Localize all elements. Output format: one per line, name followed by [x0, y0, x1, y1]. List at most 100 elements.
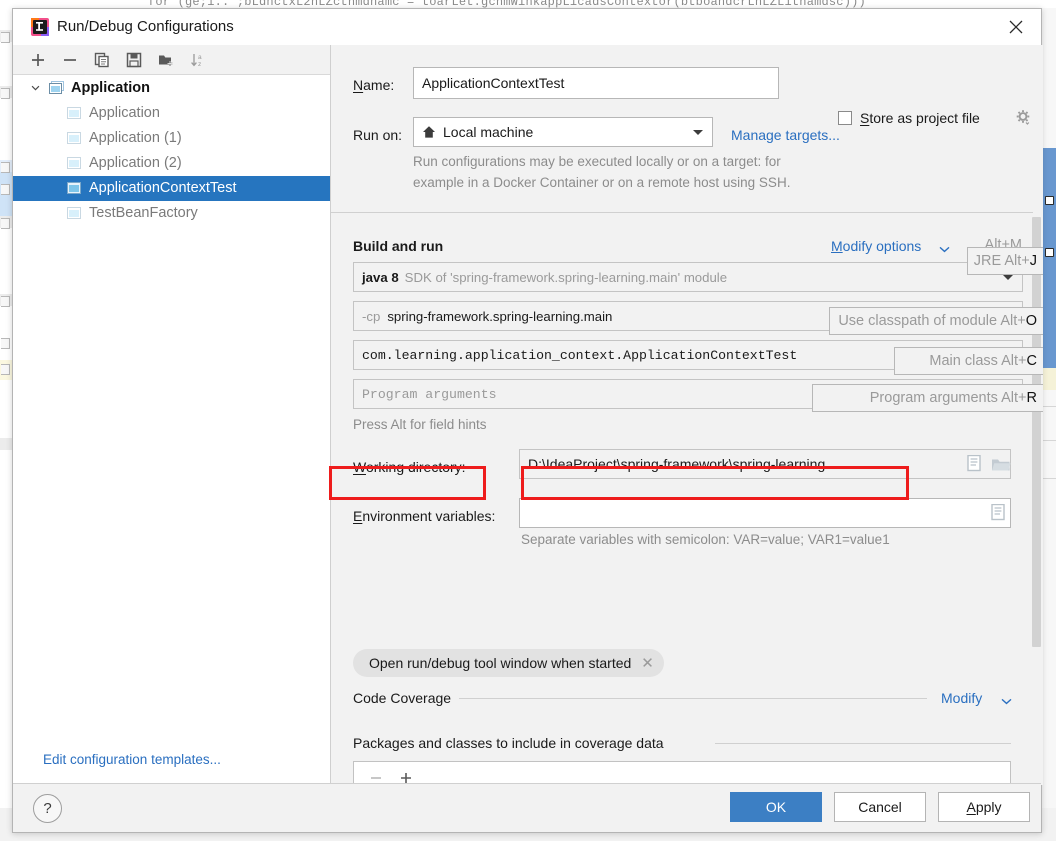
sidebar-item-applicationcontexttest[interactable]: ApplicationContextTest — [13, 176, 330, 201]
copy-icon — [94, 52, 109, 68]
run-debug-configurations-dialog: Run/Debug Configurations a z Application… — [12, 8, 1043, 833]
sort-az-icon: a z — [191, 54, 202, 68]
new-folder-button[interactable] — [155, 49, 177, 71]
coverage-packages-rule — [715, 743, 1011, 744]
add-configuration-button[interactable] — [27, 49, 49, 71]
environment-variables-input[interactable] — [519, 498, 1011, 528]
background-scroll-marker — [1042, 148, 1056, 368]
working-directory-label: Working directory: — [353, 459, 466, 475]
application-icon — [67, 107, 81, 119]
background-left-gutter — [0, 8, 12, 808]
save-icon — [126, 52, 142, 68]
application-icon — [67, 182, 81, 194]
chevron-down-icon[interactable] — [1001, 698, 1012, 705]
classpath-module-alt-hint: Use classpath of module Alt+ O — [829, 307, 1043, 335]
configurations-sidebar: a z Application Application Application … — [13, 45, 331, 785]
cancel-button[interactable]: Cancel — [834, 792, 926, 822]
jre-combo[interactable]: java 8 SDK of 'spring-framework.spring-l… — [353, 262, 1023, 292]
sidebar-item-application[interactable]: Application — [13, 101, 330, 126]
browse-folder-icon[interactable] — [991, 457, 1011, 473]
code-coverage-title: Code Coverage — [353, 690, 452, 706]
apply-button[interactable]: Apply — [938, 792, 1030, 822]
chevron-down-icon[interactable] — [939, 246, 950, 253]
store-as-project-file-label: Store as project file — [860, 110, 980, 126]
tree-item-label: Application (2) — [89, 155, 182, 171]
svg-text:a: a — [198, 54, 202, 61]
tree-item-label: TestBeanFactory — [89, 205, 198, 221]
save-configuration-button[interactable] — [123, 49, 145, 71]
working-directory-input[interactable]: D:\IdeaProject\spring-framework\spring-l… — [519, 449, 1011, 479]
environment-variables-hint: Separate variables with semicolon: VAR=v… — [521, 532, 890, 547]
tree-group-application[interactable]: Application — [13, 76, 330, 101]
field-hints-text: Press Alt for field hints — [353, 417, 487, 432]
sidebar-item-application-1[interactable]: Application (1) — [13, 126, 330, 151]
help-button[interactable]: ? — [33, 794, 62, 823]
configurations-tree: Application Application Application (1) — [13, 76, 330, 226]
close-icon — [1009, 20, 1023, 34]
run-on-target-combo[interactable]: Local machine — [413, 117, 713, 147]
background-fold-marker — [1, 162, 10, 173]
name-input[interactable]: ApplicationContextTest — [413, 67, 779, 99]
ok-button[interactable]: OK — [730, 792, 822, 822]
store-as-project-file-checkbox[interactable] — [838, 111, 852, 125]
background-fold-marker — [1, 32, 10, 43]
open-tool-window-chip[interactable]: Open run/debug tool window when started … — [353, 649, 664, 677]
configuration-editor-panel: Name: ApplicationContextTest Store as pr… — [331, 45, 1043, 785]
background-divider — [1042, 406, 1056, 407]
manage-targets-link[interactable]: Manage targets... — [731, 127, 840, 143]
build-and-run-title: Build and run — [353, 238, 444, 254]
jre-alt-hint: JRE Alt+ J — [967, 247, 1043, 275]
screenshot-root: for (ge;i.. ;bLdnctxL2nLZcthmdnamc = toa… — [0, 0, 1056, 841]
intellij-idea-icon — [31, 18, 49, 36]
expand-editor-icon[interactable] — [967, 455, 983, 472]
tree-group-label: Application — [71, 80, 150, 96]
tree-item-label: ApplicationContextTest — [89, 180, 237, 196]
jre-version: java 8 — [362, 269, 399, 285]
dialog-title: Run/Debug Configurations — [57, 18, 234, 35]
close-button[interactable] — [999, 13, 1033, 41]
tree-item-label: Application (1) — [89, 130, 182, 146]
edit-configuration-templates-link[interactable]: Edit configuration templates... — [43, 752, 221, 767]
gear-icon[interactable] — [1015, 109, 1032, 126]
sidebar-item-testbeanfactory[interactable]: TestBeanFactory — [13, 201, 330, 226]
sidebar-toolbar: a z — [13, 45, 330, 75]
plus-icon — [32, 54, 44, 66]
name-label: Name: — [353, 77, 395, 93]
close-small-icon[interactable]: ✕ — [641, 654, 654, 672]
background-code-text: for (ge;i.. ;bLdnctxL2nLZcthmdnamc = toa… — [148, 0, 866, 8]
application-icon — [67, 132, 81, 144]
program-arguments-alt-hint: Program arguments Alt+ R — [812, 384, 1043, 412]
dialog-titlebar: Run/Debug Configurations — [13, 9, 1041, 45]
background-divider — [1042, 478, 1056, 479]
minus-icon — [64, 59, 76, 61]
sidebar-item-application-2[interactable]: Application (2) — [13, 151, 330, 176]
chevron-down-icon — [31, 85, 40, 91]
main-class-alt-hint: Main class Alt+ C — [894, 347, 1043, 375]
chevron-down-icon — [693, 130, 703, 135]
background-left-column — [0, 8, 12, 808]
background-editor-strip: for (ge;i.. ;bLdnctxL2nLZcthmdnamc = toa… — [0, 0, 1056, 8]
background-divider — [1042, 440, 1056, 441]
svg-text:z: z — [198, 61, 201, 68]
code-coverage-modify-link[interactable]: Modify — [941, 690, 982, 706]
copy-configuration-button[interactable] — [91, 49, 113, 71]
modify-options-link[interactable]: Modify options — [831, 238, 921, 254]
sort-alphabetically-button[interactable]: a z — [187, 49, 209, 71]
remove-configuration-button[interactable] — [59, 49, 81, 71]
run-on-label: Run on: — [353, 127, 403, 143]
code-coverage-rule — [459, 698, 927, 699]
coverage-packages-list[interactable] — [353, 761, 1011, 785]
panel-divider — [331, 212, 1033, 213]
scrollbar-thumb[interactable] — [1032, 217, 1041, 647]
dialog-footer: ? OK Cancel Apply — [13, 783, 1041, 832]
background-fold-marker — [1, 296, 10, 307]
run-on-description-line-2: example in a Docker Container or on a re… — [413, 175, 791, 190]
expand-editor-icon[interactable] — [991, 504, 1007, 521]
background-bookmark — [1045, 248, 1054, 257]
jre-description: SDK of 'spring-framework.spring-learning… — [404, 269, 728, 285]
panel-scrollbar[interactable] — [1032, 217, 1041, 785]
application-icon — [67, 207, 81, 219]
background-fold-marker — [1, 88, 10, 99]
run-on-value: Local machine — [443, 124, 534, 140]
tree-item-label: Application — [89, 105, 160, 121]
